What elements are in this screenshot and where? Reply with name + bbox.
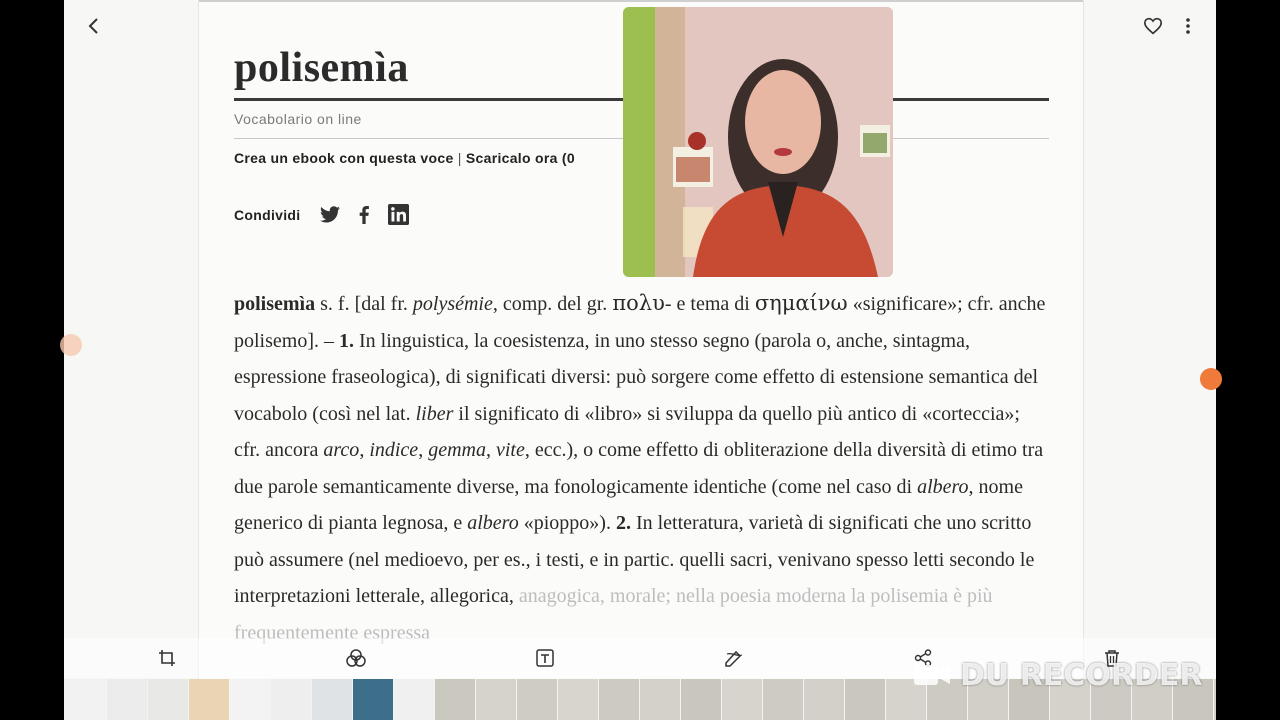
floating-camera-bubble-icon[interactable]: [60, 334, 82, 356]
italic-run: polysémie: [412, 293, 493, 315]
filters-button[interactable]: [344, 646, 368, 670]
thumbnail[interactable]: [312, 679, 353, 720]
definition-text: polisemìa s. f. [dal fr. polysémie, comp…: [234, 285, 1049, 651]
share-label: Condividi: [234, 206, 301, 223]
thumbnail[interactable]: [1214, 679, 1216, 720]
greek-run: σημαίνω: [754, 291, 848, 315]
italic-run: gemma: [428, 439, 486, 461]
thumbnail[interactable]: [271, 679, 312, 720]
webcam-overlay: [623, 7, 893, 277]
heart-icon: [1143, 17, 1163, 35]
text-run: ,: [359, 439, 370, 461]
text-run: - e tema di: [664, 293, 755, 315]
italic-run: albero: [917, 475, 969, 498]
thumbnail[interactable]: [845, 679, 886, 720]
ebook-line: Crea un ebook con questa voce | Scarical…: [234, 150, 575, 166]
italic-run: arco: [323, 439, 360, 461]
thumbnail[interactable]: [64, 679, 107, 720]
thumbnail[interactable]: [804, 679, 845, 720]
recorder-watermark: DU RECORDER: [912, 655, 1202, 695]
ebook-separator: |: [457, 150, 462, 166]
more-vertical-icon: [1186, 18, 1190, 34]
crop-icon: [159, 650, 175, 666]
text-run: «pioppo»).: [518, 512, 616, 534]
draw-button[interactable]: [722, 646, 746, 670]
thumbnail[interactable]: [394, 679, 435, 720]
text-run: ,: [485, 439, 496, 461]
italic-run: albero: [467, 512, 519, 534]
text-extract-icon: [536, 649, 554, 667]
more-options-button[interactable]: [1174, 12, 1202, 40]
favorite-button[interactable]: [1139, 12, 1167, 40]
thumbnail[interactable]: [722, 679, 763, 720]
thumbnail[interactable]: [558, 679, 599, 720]
headword: polisemìa: [234, 293, 316, 315]
thumbnail[interactable]: [476, 679, 517, 720]
thumbnail[interactable]: [189, 679, 230, 720]
italic-run: vite: [495, 439, 525, 461]
sense-number: 1.: [339, 329, 354, 352]
text-run: s. f. [dal fr.: [315, 293, 413, 315]
thumbnail[interactable]: [681, 679, 722, 720]
download-link[interactable]: Scaricalo ora (0: [466, 150, 575, 166]
crop-button[interactable]: [155, 646, 179, 670]
italic-run: liber: [415, 402, 454, 425]
thumbnail[interactable]: [599, 679, 640, 720]
text-extract-button[interactable]: [533, 646, 557, 670]
filters-icon: [346, 649, 366, 667]
facebook-icon[interactable]: [358, 205, 370, 224]
watermark-text: DU RECORDER: [960, 657, 1203, 693]
entry-title: polisemìa: [234, 45, 409, 91]
pen-icon: [725, 650, 743, 667]
twitter-icon[interactable]: [320, 206, 341, 223]
sense-number: 2.: [615, 512, 631, 534]
thumbnail[interactable]: [640, 679, 681, 720]
thumbnail[interactable]: [148, 679, 189, 720]
back-button[interactable]: [80, 12, 108, 40]
share-bar: Condividi: [234, 204, 427, 225]
thumbnail[interactable]: [763, 679, 804, 720]
recorder-bubble-icon[interactable]: [1200, 368, 1222, 390]
thumbnail[interactable]: [107, 679, 148, 720]
page-top-divider: [199, 0, 1083, 2]
linkedin-icon[interactable]: [388, 204, 410, 225]
text-run: , comp. del gr.: [492, 293, 613, 315]
subtitle: Vocabolario on line: [234, 111, 362, 127]
thumbnail[interactable]: [517, 679, 558, 720]
greek-run: πολυ: [612, 291, 665, 315]
presenter-video-frame: [623, 7, 893, 277]
thumbnail[interactable]: [435, 679, 476, 720]
italic-run: indice: [369, 439, 419, 461]
text-run: ,: [418, 439, 429, 461]
thumbnail[interactable]: [353, 679, 394, 720]
thumbnail[interactable]: [230, 679, 271, 720]
chevron-left-icon: [88, 18, 98, 34]
video-camera-icon: [914, 665, 950, 685]
create-ebook-link[interactable]: Crea un ebook con questa voce: [234, 150, 454, 166]
